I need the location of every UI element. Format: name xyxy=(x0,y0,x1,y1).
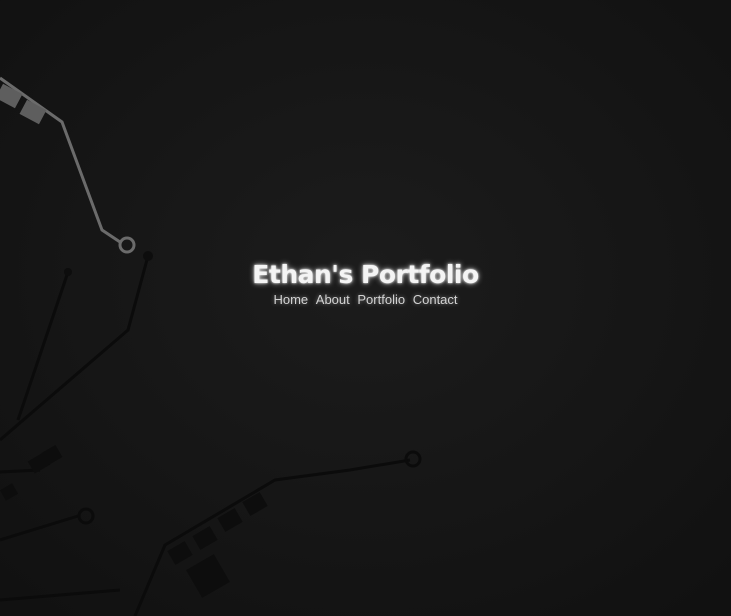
main-nav: Home About Portfolio Contact xyxy=(0,292,731,307)
nav-home-link[interactable]: Home xyxy=(273,292,308,307)
hero: Ethan's Portfolio Home About Portfolio C… xyxy=(0,258,731,307)
nav-about-link[interactable]: About xyxy=(316,292,350,307)
site-title: Ethan's Portfolio xyxy=(252,260,479,289)
nav-portfolio-link[interactable]: Portfolio xyxy=(357,292,405,307)
circuit-background xyxy=(0,0,731,616)
nav-contact-link[interactable]: Contact xyxy=(413,292,458,307)
